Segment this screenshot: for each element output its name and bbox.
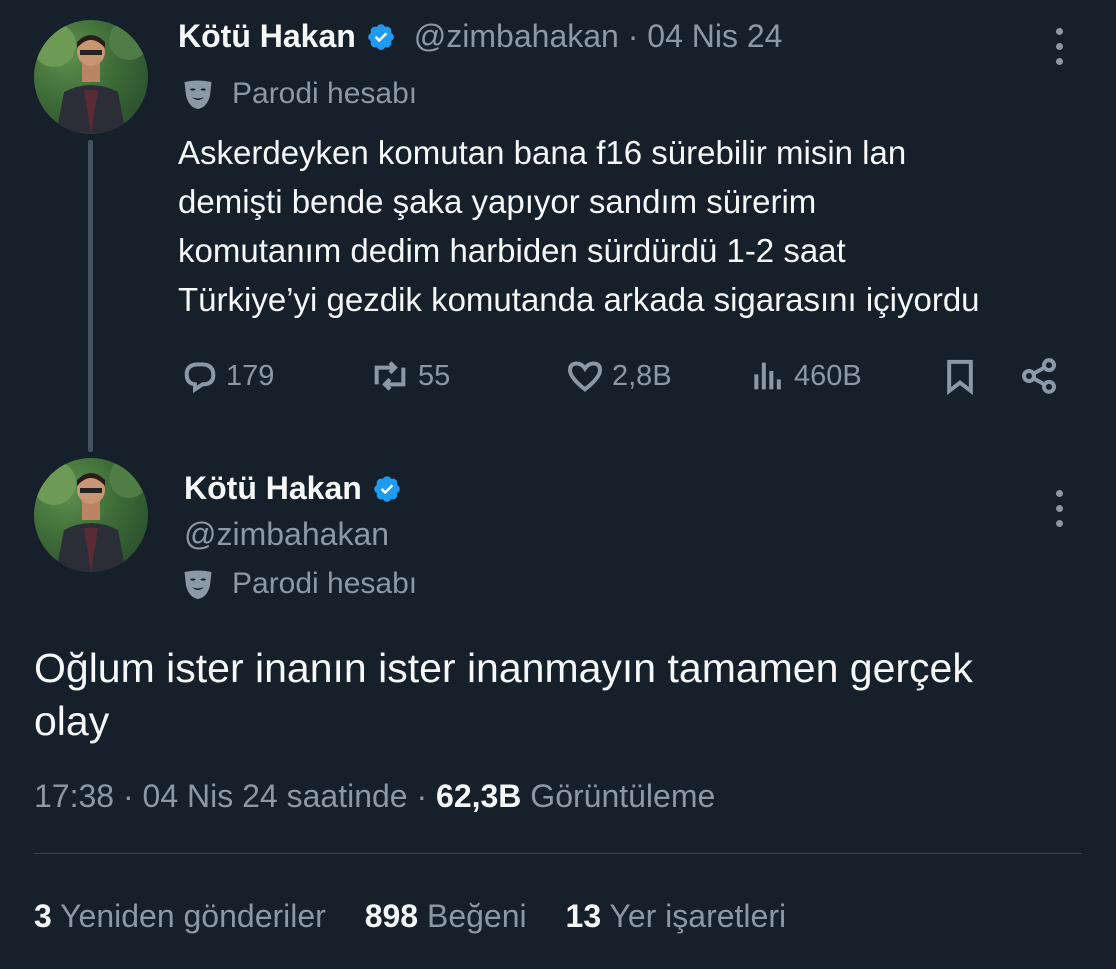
like-button[interactable]: 2,8B xyxy=(564,356,672,396)
repost-button[interactable]: 55 xyxy=(368,356,450,396)
like-count: 2,8B xyxy=(612,359,672,392)
avatar[interactable] xyxy=(34,458,148,572)
reply-count: 179 xyxy=(226,359,275,392)
likes-label: Beğeni xyxy=(426,898,527,934)
share-button[interactable] xyxy=(1018,356,1060,396)
text-line: demişti bende şaka yapıyor sandım süreri… xyxy=(178,183,817,220)
handle[interactable]: @zimbahakan xyxy=(184,516,389,553)
timestamp[interactable]: 17:38 · 04 Nis 24 saatinde · xyxy=(34,778,436,814)
like-icon xyxy=(567,361,603,392)
bookmarks-stat[interactable]: 13 Yer işaretleri xyxy=(566,898,787,934)
repost-count: 55 xyxy=(418,359,451,392)
author-name[interactable]: Kötü Hakan xyxy=(178,18,356,55)
repost-icon xyxy=(374,361,406,391)
text-line: Askerdeyken komutan bana f16 sürebilir m… xyxy=(178,134,907,171)
views-count: 62,3B xyxy=(436,778,522,814)
parody-label-text: Parodi hesabı xyxy=(232,77,418,110)
thread-connector-line xyxy=(88,140,93,452)
likes-count: 898 xyxy=(364,898,419,934)
reposts-count: 3 xyxy=(34,898,52,934)
quoted-tweet-text: Askerdeyken komutan bana f16 sürebilir m… xyxy=(178,128,980,324)
more-icon[interactable] xyxy=(1056,490,1064,535)
more-icon[interactable] xyxy=(1056,28,1064,73)
views-button[interactable]: 460B xyxy=(748,356,862,396)
main-tweet-text: Oğlum ister inanın ister inanmayın tamam… xyxy=(34,642,973,748)
parody-label: Parodi hesabı xyxy=(180,76,417,112)
bookmark-icon xyxy=(947,359,973,396)
text-line: Oğlum ister inanın ister inanmayın tamam… xyxy=(34,645,973,691)
verified-badge-icon xyxy=(366,22,396,52)
bookmarks-count: 13 xyxy=(565,898,602,934)
text-line: Türkiye’yi gezdik komutanda arkada sigar… xyxy=(178,281,980,318)
reposts-stat[interactable]: 3 Yeniden gönderiler xyxy=(34,898,326,934)
parody-mask-icon xyxy=(184,570,212,599)
text-line: olay xyxy=(34,698,110,744)
stats-row: 3 Yeniden gönderiler 898 Beğeni 13 Yer i… xyxy=(34,898,786,935)
reply-icon xyxy=(184,362,216,394)
handle-and-date[interactable]: @zimbahakan · 04 Nis 24 xyxy=(414,18,783,55)
tweet-meta: 17:38 · 04 Nis 24 saatinde · 62,3B Görün… xyxy=(34,778,715,815)
share-icon xyxy=(1022,358,1056,394)
text-line: komutanım dedim harbiden sürdürdü 1-2 sa… xyxy=(178,232,846,269)
views-label: Görüntüleme xyxy=(530,778,716,814)
avatar[interactable] xyxy=(34,20,148,134)
reposts-label: Yeniden gönderiler xyxy=(60,898,326,934)
views-count: 460B xyxy=(794,359,862,392)
bookmark-button[interactable] xyxy=(940,356,980,396)
bookmarks-label: Yer işaretleri xyxy=(609,898,787,934)
author-name[interactable]: Kötü Hakan xyxy=(184,470,362,507)
views-icon xyxy=(754,362,781,390)
quoted-tweet-header: Kötü Hakan @zimbahakan · 04 Nis 24 xyxy=(178,18,782,55)
main-tweet-header: Kötü Hakan xyxy=(184,470,402,507)
parody-label-text: Parodi hesabı xyxy=(232,567,418,600)
parody-label: Parodi hesabı xyxy=(180,566,417,602)
parody-mask-icon xyxy=(184,80,212,109)
likes-stat[interactable]: 898 Beğeni xyxy=(365,898,527,934)
reply-button[interactable]: 179 xyxy=(180,356,274,396)
verified-badge-icon xyxy=(372,474,402,504)
divider xyxy=(34,853,1082,854)
